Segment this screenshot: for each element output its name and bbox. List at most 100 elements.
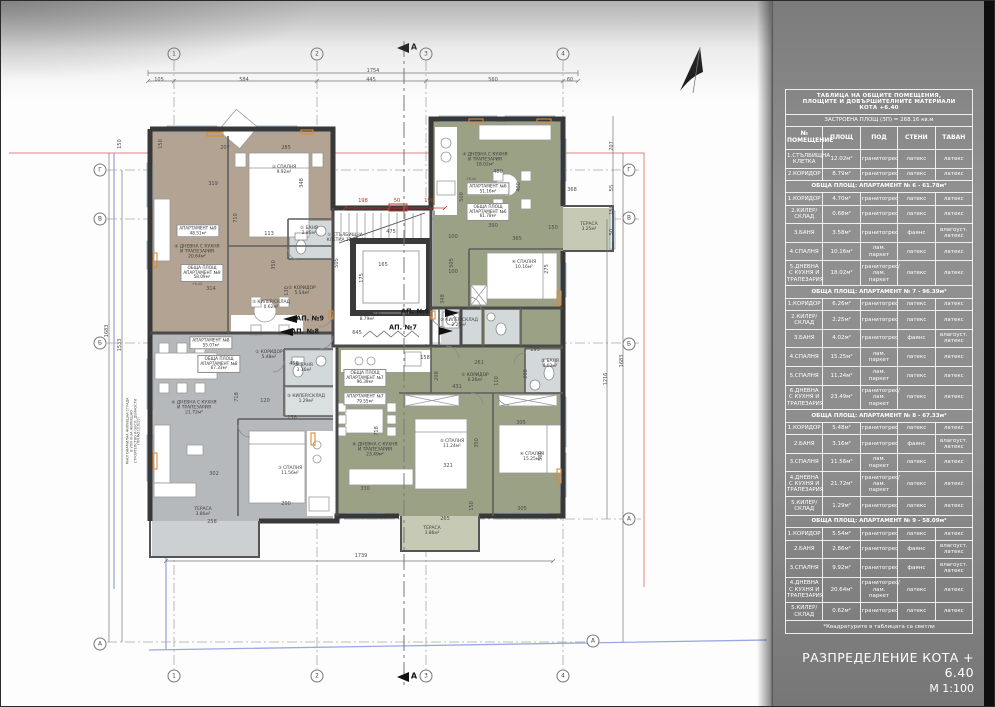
- ceiling-cell: влагоуст. латекс: [935, 329, 972, 348]
- ceiling-cell: латекс: [935, 311, 972, 330]
- room-cell: 3.СПАЛНЯ: [786, 453, 823, 472]
- grid-bubble: 4: [557, 670, 570, 683]
- walls-cell: латекс: [898, 497, 935, 516]
- table-row: 3.СПАЛНЯ11.56м²лам. паркетлатекслатекс: [786, 453, 973, 472]
- walls-cell: латекс: [898, 298, 935, 310]
- floor-cell: гранитогрес/ лам. паркет: [860, 385, 897, 410]
- floor-cell: гранитогрес: [860, 528, 897, 540]
- room-cell: 2.КИЛЕР/ СКЛАД: [786, 205, 823, 224]
- room-cell: 2.КИЛЕР/ СКЛАД: [786, 311, 823, 330]
- floor-plan-sheet: АА17541055844455606015015016831533207285…: [1, 1, 771, 707]
- walls-cell: латекс: [898, 168, 935, 180]
- ceiling-cell: латекс: [935, 497, 972, 516]
- walls-cell: латекс: [898, 311, 935, 330]
- ceiling-cell: латекс: [935, 242, 972, 261]
- table-row: 1.СТЪЛБИЩНА КЛЕТКА12.02м²гранитогреслате…: [786, 150, 973, 169]
- room-cell: 1.КОРИДОР: [786, 193, 823, 205]
- area-cell: 9.92м²: [823, 559, 860, 578]
- area-cell: 0.68м²: [823, 205, 860, 224]
- ceiling-cell: влагоуст. латекс: [935, 540, 972, 559]
- table-row: 1.КОРИДОР5.48м²гранитогреслатекслатекс: [786, 422, 973, 434]
- walls-cell: фаянс: [898, 329, 935, 348]
- grid-bubble: А: [94, 638, 107, 651]
- table-row: 2.КОРИДОР8.79м²гранитогреслатекслатекс: [786, 168, 973, 180]
- walls-cell: латекс: [898, 602, 935, 621]
- table-row: ОБЩА ПЛОЩ: АПАРТАМЕНТ № 8 - 67.33м²: [786, 410, 973, 422]
- room-cell: 3.БАНЯ: [786, 329, 823, 348]
- walls-cell: фаянс: [898, 435, 935, 454]
- floor-cell: гранитогрес/ лам. паркет: [860, 577, 897, 602]
- room-cell: 2.БАНЯ: [786, 435, 823, 454]
- floor-cell: гранитогрес: [860, 435, 897, 454]
- table-row: 5.СПАЛНЯ11.24м²лам. паркетлатекслатекс: [786, 366, 973, 385]
- floor-cell: гранитогрес: [860, 224, 897, 243]
- area-cell: 6.26м²: [823, 298, 860, 310]
- walls-cell: фаянс: [898, 540, 935, 559]
- grid-bubble: А: [623, 513, 636, 526]
- walls-cell: латекс: [898, 422, 935, 434]
- ceiling-cell: латекс: [935, 602, 972, 621]
- floor-cell: гранитогрес: [860, 150, 897, 169]
- room-cell: 2.КОРИДОР: [786, 168, 823, 180]
- ceiling-cell: латекс: [935, 528, 972, 540]
- walls-cell: латекс: [898, 366, 935, 385]
- grid-bubble: В: [94, 213, 107, 226]
- ceiling-cell: латекс: [935, 422, 972, 434]
- table-row: *Квадратурите в таблицата са светли: [786, 621, 973, 633]
- table-row: 4.ДНЕВНА С КУХНЯ И ТРАПЕЗАРИЯ20.64м²гран…: [786, 577, 973, 602]
- area-cell: 2.25м²: [823, 311, 860, 330]
- room-cell: 4.СПАЛНЯ: [786, 242, 823, 261]
- walls-cell: латекс: [898, 577, 935, 602]
- area-cell: 10.16м²: [823, 242, 860, 261]
- walls-cell: фаянс: [898, 559, 935, 578]
- area-cell: 4.02м²: [823, 329, 860, 348]
- table-row: ТАБЛИЦА НА ОБЩИТЕ ПОМЕЩЕНИЯ,ПЛОЩИТЕ И ДО…: [786, 90, 973, 115]
- table-row: 5.КИЛЕР/ СКЛАД1.29м²гранитогреслатекслат…: [786, 497, 973, 516]
- ceiling-cell: латекс: [935, 205, 972, 224]
- grid-bubble: Г: [623, 164, 636, 177]
- floor-cell: гранитогрес/ лам. паркет: [860, 472, 897, 497]
- table-row: ОБЩА ПЛОЩ: АПАРТАМЕНТ № 7 - 96.39м²: [786, 286, 973, 298]
- elevator: [353, 241, 429, 313]
- table-row: ЗАСТРОЕНА ПЛОЩ (ЗП) = 268.16 кв.м: [786, 114, 973, 126]
- floor-cell: гранитогрес: [860, 311, 897, 330]
- walls-cell: латекс: [898, 472, 935, 497]
- walls-cell: латекс: [898, 150, 935, 169]
- section-header: ОБЩА ПЛОЩ: АПАРТАМЕНТ № 8 - 67.33м²: [786, 410, 973, 422]
- room-fills: [152, 121, 613, 557]
- room-cell: 5.ДНЕВНА С КУХНЯ И ТРАПЕЗАРИЯ: [786, 261, 823, 286]
- floor-cell: гранитогрес/ лам. паркет: [860, 261, 897, 286]
- grid-bubble: 3: [420, 48, 433, 61]
- area-cell: 1.29м²: [823, 497, 860, 516]
- area-cell: 20.64м²: [823, 577, 860, 602]
- floor-cell: гранитогрес: [860, 168, 897, 180]
- room-cell: 5.КИЛЕР/ СКЛАД: [786, 497, 823, 516]
- ceiling-cell: латекс: [935, 472, 972, 497]
- ceiling-cell: латекс: [935, 261, 972, 286]
- ceiling-cell: влагоуст. латекс: [935, 435, 972, 454]
- table-row: ОБЩА ПЛОЩ: АПАРТАМЕНТ № 6 - 61.78м²: [786, 180, 973, 192]
- table-row: 1.КОРИДОР6.26м²гранитогреслатекслатекс: [786, 298, 973, 310]
- grid-bubble: 2: [311, 670, 324, 683]
- section-header: ОБЩА ПЛОЩ: АПАРТАМЕНТ № 9 - 58.09м²: [786, 515, 973, 527]
- room-cell: 1.СТЪЛБИЩНА КЛЕТКА: [786, 150, 823, 169]
- table-row: 1.КОРИДОР5.54м²гранитогреслатекслатекс: [786, 528, 973, 540]
- table-row: 5.КИЛЕР/ СКЛАД0.62м²гранитогреслатекслат…: [786, 602, 973, 621]
- floor-cell: гранитогрес: [860, 540, 897, 559]
- section-header: ОБЩА ПЛОЩ: АПАРТАМЕНТ № 6 - 61.78м²: [786, 180, 973, 192]
- grid-bubble: Б: [623, 338, 636, 351]
- room-cell: 4.ДНЕВНА С КУХНЯ И ТРАПЕЗАРИЯ: [786, 577, 823, 602]
- section-header: ОБЩА ПЛОЩ: АПАРТАМЕНТ № 7 - 96.39м²: [786, 286, 973, 298]
- room-cell: 4.СПАЛНЯ: [786, 348, 823, 367]
- table-row: 4.СПАЛНЯ15.25м²лам. паркетлатекслатекс: [786, 348, 973, 367]
- room-cell: 5.КИЛЕР/ СКЛАД: [786, 602, 823, 621]
- table-row: ОБЩА ПЛОЩ: АПАРТАМЕНТ № 9 - 58.09м²: [786, 515, 973, 527]
- floor-cell: лам. паркет: [860, 348, 897, 367]
- table-row: 2.БАНЯ2.86м²гранитогресфаянсвлагоуст. ла…: [786, 540, 973, 559]
- grid-bubble: Г: [94, 164, 107, 177]
- drawing-scale: М 1:100: [785, 682, 974, 695]
- ceiling-cell: латекс: [935, 366, 972, 385]
- panel-right-edge: [984, 1, 995, 707]
- floor-cell: лам. паркет: [860, 242, 897, 261]
- area-cell: 8.79м²: [823, 168, 860, 180]
